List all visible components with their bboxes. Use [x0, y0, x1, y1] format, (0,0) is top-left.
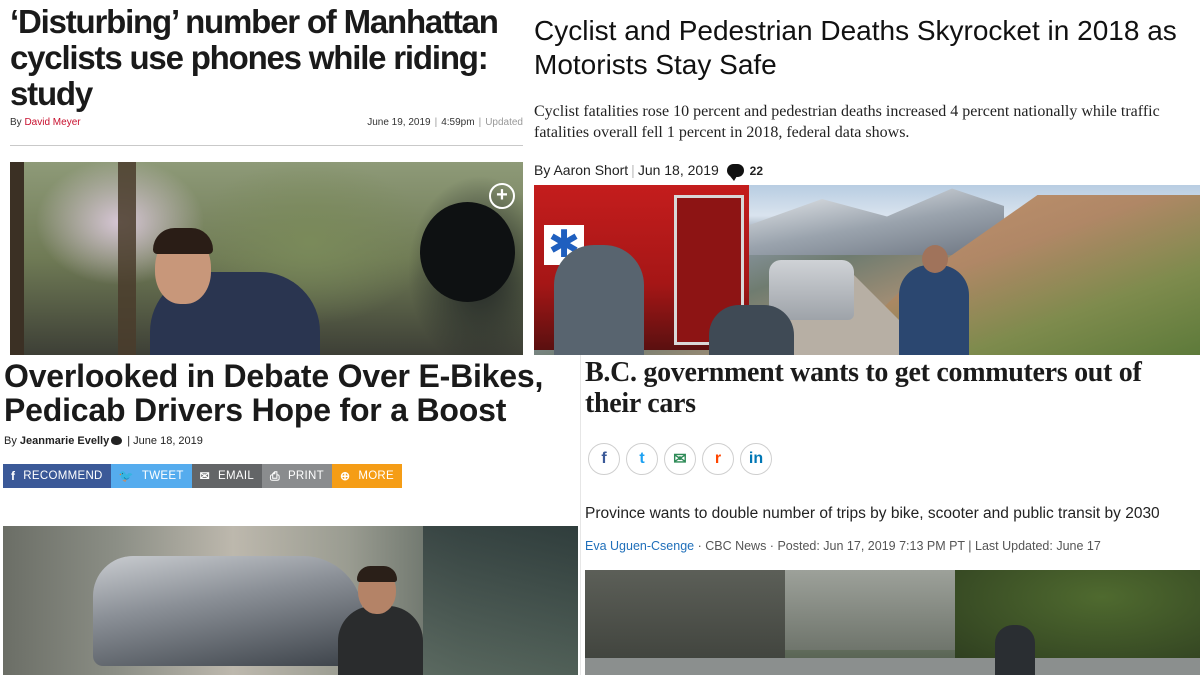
article-dek: Cyclist fatalities rose 10 percent and p… — [534, 103, 1160, 141]
photo-detail — [118, 162, 136, 355]
article-photo: + — [10, 162, 523, 355]
photo-detail — [785, 570, 955, 650]
share-bar: f RECOMMEND 🐦 TWEET ✉ EMAIL ⎙ PRINT ⊕ MORE — [3, 464, 403, 488]
author-link[interactable]: By Aaron Short — [534, 162, 628, 178]
share-label: MORE — [358, 470, 395, 482]
email-icon[interactable]: ✉ — [664, 443, 696, 475]
speech-bubble-icon[interactable] — [726, 164, 744, 181]
reddit-icon[interactable]: r — [702, 443, 734, 475]
article-panel-thecity: Overlooked in Debate Over E-Bikes, Pedic… — [0, 355, 580, 675]
byline: Eva Uguen-Csenge · CBC News · Posted: Ju… — [585, 539, 1101, 553]
photo-detail — [585, 658, 1200, 675]
share-label: RECOMMEND — [23, 470, 103, 482]
separator: | — [434, 117, 438, 128]
photo-detail — [10, 162, 24, 355]
author-link[interactable]: Jeanmarie Evelly — [20, 435, 109, 447]
photo-detail — [338, 606, 423, 675]
photo-detail — [423, 526, 578, 675]
byline: By Jeanmarie Evelly | June 18, 2019 — [4, 435, 203, 447]
divider — [580, 355, 581, 675]
publish-date: June 19, 2019 — [367, 117, 431, 128]
photo-detail — [93, 556, 363, 666]
author-link[interactable]: Eva Uguen-Csenge — [585, 539, 694, 553]
print-icon: ⎙ — [270, 469, 280, 483]
updated-label: Updated — [485, 117, 523, 128]
photo-detail — [554, 245, 644, 355]
photo-detail — [709, 305, 794, 355]
photo-detail — [153, 228, 213, 254]
byline-prefix: By — [10, 117, 22, 128]
publish-date: Jun 18, 2019 — [637, 162, 719, 178]
share-label: EMAIL — [218, 470, 255, 482]
separator: | — [478, 117, 482, 128]
comment-count[interactable]: 22 — [750, 164, 763, 178]
recommend-button[interactable]: f RECOMMEND — [3, 464, 111, 488]
divider — [10, 145, 523, 146]
recommend-icon: f — [11, 469, 16, 483]
twitter-icon[interactable]: t — [626, 443, 658, 475]
dateline: June 19, 2019 | 4:59pm | Updated — [367, 117, 523, 128]
byline-meta: · CBC News · Posted: Jun 17, 2019 7:13 P… — [694, 539, 1101, 553]
byline: By Aaron Short | Jun 18, 2019 22 — [534, 162, 763, 181]
twitter-icon[interactable] — [111, 436, 123, 445]
photo-detail — [744, 188, 1004, 255]
article-panel-crains: ‘Disturbing’ number of Manhattan cyclist… — [0, 0, 530, 355]
article-headline[interactable]: Overlooked in Debate Over E-Bikes, Pedic… — [4, 359, 580, 427]
article-headline[interactable]: ‘Disturbing’ number of Manhattan cyclist… — [10, 4, 525, 112]
article-headline[interactable]: Cyclist and Pedestrian Deaths Skyrocket … — [534, 14, 1199, 82]
share-label: TWEET — [141, 470, 184, 482]
social-share-buttons: f t ✉ r in — [588, 443, 772, 475]
photo-detail — [955, 570, 1200, 660]
article-panel-streetsblog: Cyclist and Pedestrian Deaths Skyrocket … — [530, 0, 1200, 355]
email-icon: ✉ — [199, 469, 211, 483]
photo-detail — [420, 202, 515, 302]
publish-date: | June 18, 2019 — [127, 435, 203, 447]
photo-detail — [995, 625, 1035, 675]
separator: | — [631, 162, 635, 178]
more-button[interactable]: ⊕ MORE — [331, 464, 403, 488]
email-button[interactable]: ✉ EMAIL — [191, 464, 263, 488]
article-photo — [3, 526, 578, 675]
publish-time: 4:59pm — [441, 117, 475, 128]
article-panel-cbc: B.C. government wants to get commuters o… — [580, 355, 1200, 675]
article-photo: ✱ — [534, 185, 1200, 355]
byline-prefix: By — [4, 435, 17, 447]
linkedin-icon[interactable]: in — [740, 443, 772, 475]
more-icon: ⊕ — [339, 469, 351, 483]
share-label: PRINT — [287, 470, 324, 482]
byline: By David Meyer — [10, 117, 81, 128]
article-headline[interactable]: B.C. government wants to get commuters o… — [585, 357, 1200, 419]
author-link[interactable]: David Meyer — [24, 117, 80, 128]
article-photo — [585, 570, 1200, 675]
tweet-button[interactable]: 🐦 TWEET — [110, 464, 192, 488]
photo-detail — [922, 245, 948, 273]
tweet-icon: 🐦 — [118, 469, 134, 483]
plus-circle-icon[interactable]: + — [489, 183, 515, 209]
photo-detail — [357, 566, 397, 582]
facebook-icon[interactable]: f — [588, 443, 620, 475]
print-button[interactable]: ⎙ PRINT — [262, 464, 332, 488]
article-dek: Province wants to double number of trips… — [585, 505, 1160, 522]
photo-detail — [899, 265, 969, 355]
